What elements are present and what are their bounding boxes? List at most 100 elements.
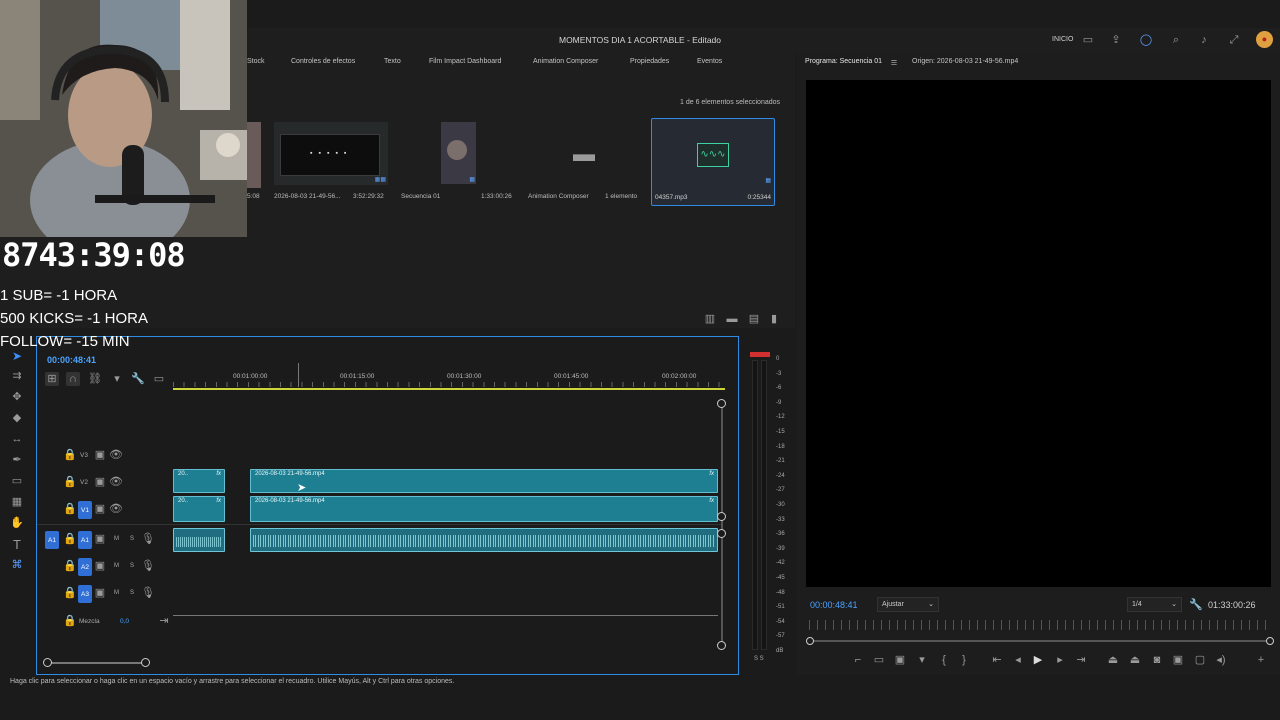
sync-icon[interactable]: ▣ <box>95 587 105 598</box>
track-target-a3[interactable]: A3 <box>78 585 92 603</box>
lock-icon[interactable]: 🔒 <box>63 449 77 460</box>
avatar[interactable]: ● <box>1256 31 1273 48</box>
project-item-selected[interactable]: ∿∿∿ ▦ 04357.mp3 0:25344 <box>651 118 775 206</box>
track-select-icon[interactable]: ⇉ <box>9 368 25 384</box>
track-target-v1[interactable]: V1 <box>78 501 92 519</box>
solo-button[interactable]: S <box>130 563 134 569</box>
step-back-icon[interactable]: ◂ <box>1012 654 1024 666</box>
settings-wrench-icon[interactable]: 🔧 <box>131 372 145 386</box>
tab-effect-controls[interactable]: Controles de efectos <box>291 58 355 65</box>
mute-button[interactable]: M <box>114 536 119 542</box>
hscroll-handle-left[interactable] <box>43 658 52 667</box>
eye-icon[interactable]: 👁 <box>109 449 123 460</box>
add-button-icon[interactable]: + <box>1255 654 1267 666</box>
playhead[interactable] <box>298 363 299 387</box>
vscroll-handle-bottom[interactable] <box>717 641 726 650</box>
add-marker-icon[interactable]: ▾ <box>110 372 124 386</box>
ripple-edit-icon[interactable]: ✥ <box>9 389 25 405</box>
eye-icon[interactable]: 👁 <box>109 476 123 487</box>
lock-icon[interactable]: 🔒 <box>63 560 77 571</box>
pen-tool-icon[interactable]: ✒ <box>9 452 25 468</box>
caption-tool-icon[interactable]: ⌘ <box>9 557 25 573</box>
lock-icon[interactable]: 🔒 <box>63 533 77 544</box>
tab-animation-composer[interactable]: Animation Composer <box>533 58 598 65</box>
hand-tool-icon[interactable]: ✋ <box>9 515 25 531</box>
vscroll-handle-top[interactable] <box>717 399 726 408</box>
lock-icon[interactable]: 🔒 <box>63 503 77 514</box>
share-icon[interactable]: ⇪ <box>1110 34 1122 46</box>
mark-out-bracket-icon[interactable]: } <box>958 654 970 666</box>
fullscreen-icon[interactable]: ⤢ <box>1228 34 1240 46</box>
resolution-dropdown[interactable]: 1/4 ⌄ <box>1127 597 1182 612</box>
linked-selection-icon[interactable]: ⛓ <box>88 372 102 386</box>
timeline-timecode[interactable]: 00:00:48:41 <box>47 355 96 365</box>
extract-icon[interactable]: ⏏ <box>1129 654 1141 666</box>
menu-icon[interactable]: ≡ <box>889 57 899 68</box>
tab-properties[interactable]: Propiedades <box>630 58 669 65</box>
mark-in-bracket-icon[interactable]: { <box>938 654 950 666</box>
new-item-icon[interactable]: ▤ <box>749 313 759 324</box>
microphone-icon[interactable]: 🎙 <box>141 560 155 571</box>
sync-icon[interactable]: ▣ <box>95 533 105 544</box>
clip-indicator[interactable] <box>750 352 770 357</box>
type-on-tool-icon[interactable]: ▦ <box>9 494 25 510</box>
mute-button[interactable]: M <box>114 563 119 569</box>
program-zoom-bar[interactable] <box>809 640 1271 642</box>
new-folder-icon[interactable]: ▬ <box>727 313 738 324</box>
tab-events[interactable]: Eventos <box>697 58 722 65</box>
add-marker-icon[interactable]: ▾ <box>916 654 928 666</box>
solo-buttons[interactable]: S S <box>754 656 764 662</box>
go-to-end-icon[interactable]: ⇥ <box>159 615 169 626</box>
lock-icon[interactable]: 🔒 <box>63 615 77 626</box>
tab-stock[interactable]: Stock <box>247 58 265 65</box>
audio-clip-a1[interactable] <box>250 528 718 552</box>
rectangle-tool-icon[interactable]: ▭ <box>9 473 25 489</box>
sync-icon[interactable]: ▣ <box>95 560 105 571</box>
clip-v2[interactable]: 2026-08-03 21-49-56.mp4 fx <box>250 469 718 493</box>
clip-v2-short[interactable]: 20.. fx <box>173 469 225 493</box>
razor-tool-icon[interactable]: ◆ <box>9 410 25 426</box>
lock-icon[interactable]: 🔒 <box>63 587 77 598</box>
camera-icon[interactable]: ◙ <box>1151 654 1163 666</box>
captions-icon[interactable]: ▭ <box>152 372 166 386</box>
folder-icon[interactable]: ▬ <box>569 142 599 166</box>
bin-icon[interactable]: ▥ <box>705 313 715 324</box>
workspace-home-button[interactable]: INICIO <box>1052 36 1073 43</box>
clip-v1-short[interactable]: 20.. fx <box>173 496 225 522</box>
audio-clip-a1-short[interactable] <box>173 528 225 552</box>
program-viewer[interactable] <box>806 80 1271 587</box>
zoom-handle-right[interactable] <box>1266 637 1274 645</box>
mix-value[interactable]: 0,0 <box>120 618 129 625</box>
sync-icon[interactable]: ▣ <box>95 476 105 487</box>
volume-icon[interactable]: ♪ <box>1198 34 1210 46</box>
project-item-thumb[interactable]: ▦ <box>441 122 476 184</box>
mark-in-icon[interactable]: ⌐ <box>852 654 864 666</box>
trash-icon[interactable]: ▮ <box>769 313 779 324</box>
sync-icon[interactable]: ▣ <box>95 449 105 460</box>
quick-export-icon[interactable]: ▭ <box>1082 34 1094 46</box>
snap-icon[interactable]: ∩ <box>66 372 80 386</box>
program-ruler[interactable] <box>809 620 1271 630</box>
work-area-bar[interactable] <box>173 388 725 390</box>
solo-button[interactable]: S <box>130 590 134 596</box>
vr-icon[interactable]: ▢ <box>1194 654 1206 666</box>
hscroll-handle-right[interactable] <box>141 658 150 667</box>
project-item-thumb[interactable] <box>247 122 261 188</box>
vscroll-handle-mid[interactable] <box>717 512 726 521</box>
track-target-a2[interactable]: A2 <box>78 558 92 576</box>
slip-tool-icon[interactable]: ↔ <box>9 431 25 447</box>
zoom-handle-left[interactable] <box>806 637 814 645</box>
progress-ring-icon[interactable]: ◯ <box>1140 34 1152 46</box>
lock-icon[interactable]: 🔒 <box>63 476 77 487</box>
compare-icon[interactable]: ▣ <box>894 654 906 666</box>
timeline-hscroll[interactable] <box>47 662 147 664</box>
lift-icon[interactable]: ⏏ <box>1107 654 1119 666</box>
timeline-panel[interactable]: 00:00:48:41 ⊞ ∩ ⛓ ▾ 🔧 ▭ 00:01:00:00 00:0… <box>36 336 739 675</box>
tab-program[interactable]: Programa: Secuencia 01 <box>805 58 882 65</box>
eye-icon[interactable]: 👁 <box>109 503 123 514</box>
microphone-icon[interactable]: 🎙 <box>141 587 155 598</box>
selection-tool-icon[interactable]: ➤ <box>9 348 25 364</box>
tab-film-impact[interactable]: Film Impact Dashboard <box>429 58 501 65</box>
multicam-icon[interactable]: ▣ <box>1172 654 1184 666</box>
program-timecode[interactable]: 00:00:48:41 <box>810 600 858 610</box>
